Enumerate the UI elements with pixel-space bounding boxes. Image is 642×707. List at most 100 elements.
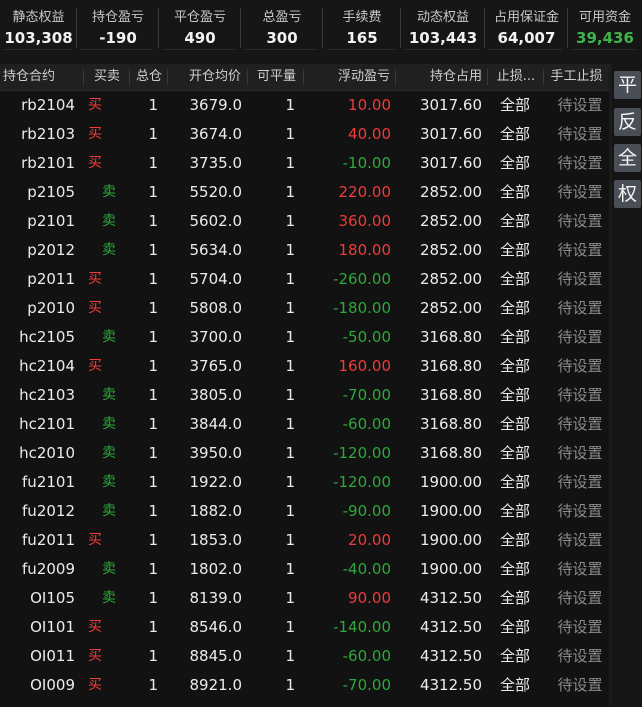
column-header-contract[interactable]: 持仓合约 [0,64,84,90]
table-row[interactable]: hc2104 买 1 3765.0 1 160.00 3168.80 全部 待设置 [0,352,609,381]
stop-cell[interactable]: 全部 [490,584,540,613]
manual-stop-cell[interactable]: 待设置 [552,468,608,497]
closable-cell: 1 [285,473,295,491]
stop-cell[interactable]: 全部 [490,671,540,700]
float-pnl-cell: -180.00 [333,299,391,317]
table-row[interactable]: p2011 买 1 5704.0 1 -260.00 2852.00 全部 待设置 [0,265,609,294]
avg-price-cell: 3844.0 [189,415,243,433]
manual-stop-cell[interactable]: 待设置 [552,555,608,584]
table-row[interactable]: p2101 卖 1 5602.0 1 360.00 2852.00 全部 待设置 [0,207,609,236]
manual-stop-cell[interactable]: 待设置 [552,439,608,468]
stop-cell[interactable]: 全部 [490,642,540,671]
closable-cell: 1 [285,96,295,114]
stop-cell[interactable]: 全部 [490,468,540,497]
total-cell: 1 [148,299,158,317]
manual-stop-cell[interactable]: 待设置 [552,613,608,642]
table-row[interactable]: fu2012 卖 1 1882.0 1 -90.00 1900.00 全部 待设置 [0,497,609,526]
manual-stop-cell[interactable]: 待设置 [552,91,608,120]
static-equity-stat: 静态权益 103,308 [0,0,77,56]
side-cell: 买 [88,677,102,693]
manual-stop-cell[interactable]: 待设置 [552,323,608,352]
avg-price-cell: 5704.0 [189,270,243,288]
column-header-closable[interactable]: 可平量 [248,64,304,90]
table-row[interactable]: OI009 买 1 8921.0 1 -70.00 4312.50 全部 待设置 [0,671,609,700]
column-header-total[interactable]: 总仓 [130,64,168,90]
table-row[interactable]: hc2103 卖 1 3805.0 1 -70.00 3168.80 全部 待设置 [0,381,609,410]
divider [327,49,395,50]
stop-cell[interactable]: 全部 [490,207,540,236]
avg-price-cell: 3679.0 [189,96,243,114]
table-row[interactable]: p2105 卖 1 5520.0 1 220.00 2852.00 全部 待设置 [0,178,609,207]
avg-price-cell: 3765.0 [189,357,243,375]
table-row[interactable]: OI105 卖 1 8139.0 1 90.00 4312.50 全部 待设置 [0,584,609,613]
stop-cell[interactable]: 全部 [490,410,540,439]
stop-cell[interactable]: 全部 [490,555,540,584]
column-header-stop[interactable]: 止损... [488,64,544,90]
table-row[interactable]: rb2104 买 1 3679.0 1 10.00 3017.60 全部 待设置 [0,91,609,120]
manual-stop-cell[interactable]: 待设置 [552,149,608,178]
contract-cell: fu2009 [22,560,75,578]
total-cell: 1 [148,618,158,636]
table-row[interactable]: p2010 买 1 5808.0 1 -180.00 2852.00 全部 待设置 [0,294,609,323]
stop-cell[interactable]: 全部 [490,91,540,120]
side-cell: 买 [88,358,102,374]
table-row[interactable]: rb2101 买 1 3735.0 1 -10.00 3017.60 全部 待设置 [0,149,609,178]
manual-stop-cell[interactable]: 待设置 [552,352,608,381]
column-header-margin[interactable]: 持仓占用 [396,64,488,90]
stop-cell[interactable]: 全部 [490,294,540,323]
stop-cell[interactable]: 全部 [490,323,540,352]
manual-stop-cell[interactable]: 待设置 [552,410,608,439]
stop-cell[interactable]: 全部 [490,236,540,265]
stop-cell[interactable]: 全部 [490,265,540,294]
stop-cell[interactable]: 全部 [490,439,540,468]
stop-cell[interactable]: 全部 [490,613,540,642]
manual-stop-cell[interactable]: 待设置 [552,671,608,700]
column-header-manual-stop[interactable]: 手工止损 [544,64,609,90]
manual-stop-cell[interactable]: 待设置 [552,526,608,555]
table-row[interactable]: fu2009 卖 1 1802.0 1 -40.00 1900.00 全部 待设置 [0,555,609,584]
table-scrollbar[interactable] [609,64,612,707]
table-row[interactable]: p2012 卖 1 5634.0 1 180.00 2852.00 全部 待设置 [0,236,609,265]
stop-cell[interactable]: 全部 [490,178,540,207]
table-row[interactable]: rb2103 买 1 3674.0 1 40.00 3017.60 全部 待设置 [0,120,609,149]
total-cell: 1 [148,154,158,172]
side-cell: 买 [88,300,102,316]
closable-cell: 1 [285,444,295,462]
table-row[interactable]: fu2011 买 1 1853.0 1 20.00 1900.00 全部 待设置 [0,526,609,555]
manual-stop-cell[interactable]: 待设置 [552,178,608,207]
stop-cell[interactable]: 全部 [490,149,540,178]
margin-cell: 3168.80 [419,386,482,404]
table-row[interactable]: hc2101 卖 1 3844.0 1 -60.00 3168.80 全部 待设置 [0,410,609,439]
column-header-avg-price[interactable]: 开仓均价 [168,64,248,90]
equity-button[interactable]: 权 [614,180,641,208]
table-row[interactable]: fu2101 卖 1 1922.0 1 -120.00 1900.00 全部 待设置 [0,468,609,497]
table-row[interactable]: OI101 买 1 8546.0 1 -140.00 4312.50 全部 待设置 [0,613,609,642]
manual-stop-cell[interactable]: 待设置 [552,207,608,236]
manual-stop-cell[interactable]: 待设置 [552,265,608,294]
manual-stop-cell[interactable]: 待设置 [552,584,608,613]
close-position-button[interactable]: 平 [614,71,641,99]
total-pnl-stat: 总盈亏 300 [241,0,323,56]
manual-stop-cell[interactable]: 待设置 [552,236,608,265]
table-row[interactable]: hc2010 卖 1 3950.0 1 -120.00 3168.80 全部 待设置 [0,439,609,468]
manual-stop-cell[interactable]: 待设置 [552,294,608,323]
manual-stop-cell[interactable]: 待设置 [552,497,608,526]
stop-cell[interactable]: 全部 [490,352,540,381]
close-all-button[interactable]: 全 [614,144,641,172]
column-header-float-pnl[interactable]: 浮动盈亏 [304,64,396,90]
stop-cell[interactable]: 全部 [490,381,540,410]
table-row[interactable]: OI011 买 1 8845.0 1 -60.00 4312.50 全部 待设置 [0,642,609,671]
reverse-position-button[interactable]: 反 [614,108,641,136]
side-cell: 买 [88,619,102,635]
table-row[interactable]: hc2105 卖 1 3700.0 1 -50.00 3168.80 全部 待设置 [0,323,609,352]
stop-cell[interactable]: 全部 [490,526,540,555]
total-cell: 1 [148,386,158,404]
stat-label: 静态权益 [12,10,65,25]
stop-cell[interactable]: 全部 [490,120,540,149]
total-cell: 1 [148,357,158,375]
stop-cell[interactable]: 全部 [490,497,540,526]
manual-stop-cell[interactable]: 待设置 [552,120,608,149]
manual-stop-cell[interactable]: 待设置 [552,381,608,410]
column-header-side[interactable]: 买卖 [84,64,130,90]
manual-stop-cell[interactable]: 待设置 [552,642,608,671]
